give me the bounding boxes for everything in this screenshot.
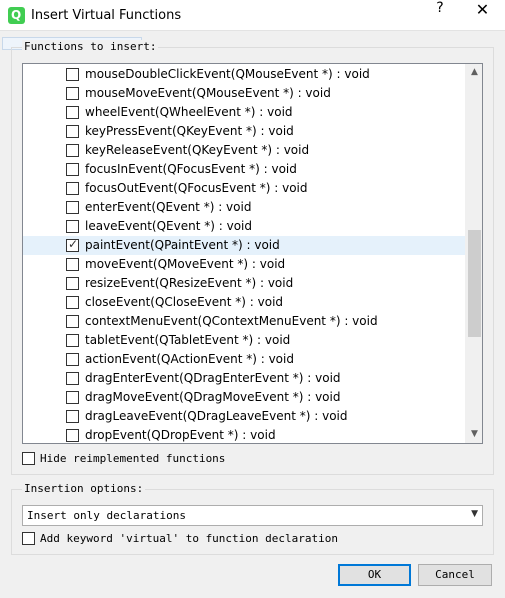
cancel-button[interactable]: Cancel — [418, 564, 492, 586]
function-label: contextMenuEvent(QContextMenuEvent *) : … — [85, 314, 378, 328]
function-list-item[interactable]: tabletEvent(QTabletEvent *) : void — [23, 331, 465, 350]
scrollbar-thumb[interactable] — [468, 230, 481, 337]
function-checkbox[interactable] — [66, 87, 79, 100]
function-list-item[interactable]: leaveEvent(QEvent *) : void — [23, 217, 465, 236]
functions-group-title: Functions to insert: — [22, 40, 159, 53]
function-list-item[interactable]: enterEvent(QEvent *) : void — [23, 198, 465, 217]
function-list-item[interactable]: contextMenuEvent(QContextMenuEvent *) : … — [23, 312, 465, 331]
add-virtual-label: Add keyword 'virtual' to function declar… — [40, 532, 339, 545]
insertion-mode-value: Insert only declarations — [27, 509, 186, 522]
function-label: dragMoveEvent(QDragMoveEvent *) : void — [85, 390, 341, 404]
function-list-item[interactable]: dragEnterEvent(QDragEnterEvent *) : void — [23, 369, 465, 388]
function-label: actionEvent(QActionEvent *) : void — [85, 352, 294, 366]
function-label: focusOutEvent(QFocusEvent *) : void — [85, 181, 308, 195]
function-checkbox[interactable] — [66, 144, 79, 157]
function-list-item[interactable]: moveEvent(QMoveEvent *) : void — [23, 255, 465, 274]
function-checkbox[interactable] — [66, 391, 79, 404]
window-title: Insert Virtual Functions — [31, 8, 182, 23]
vertical-scrollbar[interactable]: ▲ ▼ — [465, 64, 482, 443]
function-checkbox[interactable] — [66, 296, 79, 309]
insertion-mode-select[interactable]: Insert only declarations ▼ — [22, 505, 483, 526]
function-list-item[interactable]: closeEvent(QCloseEvent *) : void — [23, 293, 465, 312]
function-checkbox[interactable] — [66, 220, 79, 233]
function-checkbox[interactable] — [66, 258, 79, 271]
function-checkbox[interactable] — [66, 163, 79, 176]
function-checkbox[interactable] — [66, 182, 79, 195]
function-label: mouseMoveEvent(QMouseEvent *) : void — [85, 86, 331, 100]
function-list-item[interactable]: dragLeaveEvent(QDragLeaveEvent *) : void — [23, 407, 465, 426]
function-checkbox[interactable] — [66, 277, 79, 290]
functions-list[interactable]: mouseDoubleClickEvent(QMouseEvent *) : v… — [22, 63, 483, 444]
hide-reimplemented-checkbox[interactable] — [22, 452, 35, 465]
scroll-up-arrow-icon[interactable]: ▲ — [466, 64, 482, 81]
function-checkbox[interactable] — [66, 68, 79, 81]
qt-logo-icon: Q — [8, 7, 25, 24]
ok-button[interactable]: OK — [338, 564, 411, 586]
add-virtual-checkbox[interactable] — [22, 532, 35, 545]
function-list-item[interactable]: keyPressEvent(QKeyEvent *) : void — [23, 122, 465, 141]
function-label: dragLeaveEvent(QDragLeaveEvent *) : void — [85, 409, 348, 423]
function-label: closeEvent(QCloseEvent *) : void — [85, 295, 284, 309]
function-checkbox[interactable] — [66, 410, 79, 423]
function-checkbox[interactable] — [66, 106, 79, 119]
function-checkbox[interactable] — [66, 125, 79, 138]
function-list-item[interactable]: mouseDoubleClickEvent(QMouseEvent *) : v… — [23, 65, 465, 84]
function-label: keyPressEvent(QKeyEvent *) : void — [85, 124, 294, 138]
functions-list-items: mouseDoubleClickEvent(QMouseEvent *) : v… — [23, 65, 465, 443]
function-label: resizeEvent(QResizeEvent *) : void — [85, 276, 294, 290]
function-checkbox[interactable] — [66, 315, 79, 328]
scroll-down-arrow-icon[interactable]: ▼ — [466, 426, 482, 443]
qt-logo-letter: Q — [11, 8, 22, 22]
function-checkbox[interactable] — [66, 353, 79, 366]
function-checkbox[interactable] — [66, 429, 79, 442]
function-list-item[interactable]: ✓ paintEvent(QPaintEvent *) : void — [23, 236, 465, 255]
help-button[interactable]: ? — [425, 0, 455, 31]
function-label: wheelEvent(QWheelEvent *) : void — [85, 105, 293, 119]
function-list-item[interactable]: resizeEvent(QResizeEvent *) : void — [23, 274, 465, 293]
function-list-item[interactable]: wheelEvent(QWheelEvent *) : void — [23, 103, 465, 122]
function-label: mouseDoubleClickEvent(QMouseEvent *) : v… — [85, 67, 370, 81]
function-list-item[interactable]: focusInEvent(QFocusEvent *) : void — [23, 160, 465, 179]
function-label: dropEvent(QDropEvent *) : void — [85, 428, 276, 442]
title-bar: Q Insert Virtual Functions ? ✕ — [0, 0, 505, 31]
function-label: paintEvent(QPaintEvent *) : void — [85, 238, 280, 252]
function-label: keyReleaseEvent(QKeyEvent *) : void — [85, 143, 310, 157]
function-label: tabletEvent(QTabletEvent *) : void — [85, 333, 291, 347]
hide-reimplemented-label: Hide reimplemented functions — [40, 452, 226, 465]
function-list-item[interactable]: focusOutEvent(QFocusEvent *) : void — [23, 179, 465, 198]
function-list-item[interactable]: actionEvent(QActionEvent *) : void — [23, 350, 465, 369]
function-label: leaveEvent(QEvent *) : void — [85, 219, 252, 233]
function-checkbox[interactable] — [66, 334, 79, 347]
function-list-item[interactable]: dropEvent(QDropEvent *) : void — [23, 426, 465, 443]
function-label: enterEvent(QEvent *) : void — [85, 200, 252, 214]
chevron-down-icon: ▼ — [471, 509, 478, 519]
function-label: focusInEvent(QFocusEvent *) : void — [85, 162, 297, 176]
function-label: dragEnterEvent(QDragEnterEvent *) : void — [85, 371, 341, 385]
function-list-item[interactable]: keyReleaseEvent(QKeyEvent *) : void — [23, 141, 465, 160]
function-checkbox[interactable] — [66, 201, 79, 214]
checkmark-icon: ✓ — [68, 237, 79, 251]
function-list-item[interactable]: dragMoveEvent(QDragMoveEvent *) : void — [23, 388, 465, 407]
function-checkbox[interactable]: ✓ — [66, 237, 79, 252]
function-label: moveEvent(QMoveEvent *) : void — [85, 257, 286, 271]
close-button[interactable]: ✕ — [460, 0, 505, 31]
insertion-options-title: Insertion options: — [22, 482, 146, 495]
function-checkbox[interactable] — [66, 372, 79, 385]
function-list-item[interactable]: mouseMoveEvent(QMouseEvent *) : void — [23, 84, 465, 103]
